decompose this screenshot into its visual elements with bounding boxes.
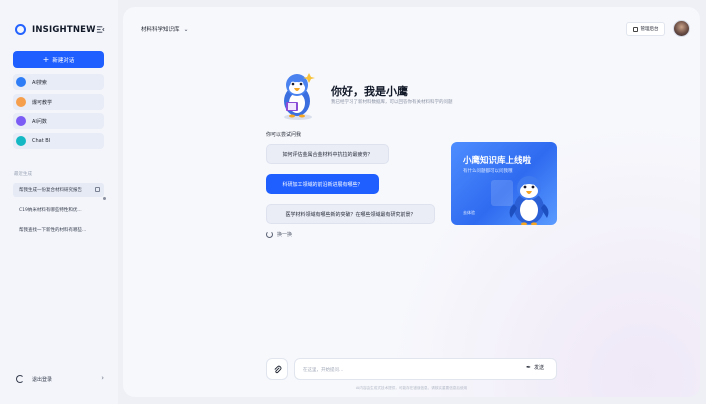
suggested-question-label: 如何评估金属合金材料中抗拉的最疲劳？ <box>282 151 373 158</box>
chat-input-box: ✒ 发送 <box>294 358 557 380</box>
chevron-right-icon: › <box>101 374 104 382</box>
send-icon: ✒ <box>525 364 531 371</box>
logo: INSIGHTNEW <box>15 24 96 35</box>
eagle-mascot-icon <box>509 176 549 225</box>
recent-chat-label: 帮我查找一下新性的材料有哪些... <box>19 228 87 233</box>
sidebar: INSIGHTNEW + 新建对话 AI搜索 爆可教学 AI问数 Chat BI… <box>0 0 118 404</box>
suggested-question[interactable]: 医学材料领域有哪些新的突破？在哪些领域最有研究前景？ <box>266 204 435 224</box>
edit-icon[interactable] <box>95 187 100 192</box>
ai-query-icon <box>16 116 26 126</box>
admin-panel-label: 管理后台 <box>640 27 659 32</box>
sidebar-item-label: AI问数 <box>32 118 47 125</box>
welcome-subtitle: 我已经学习了新材料数据库，可以回答你有关材料科学的问题 <box>331 100 453 105</box>
knowledge-base-label: 材料科学知识库 <box>141 27 180 33</box>
sidebar-item-chat-bi[interactable]: Chat BI <box>13 133 104 149</box>
recent-chat-item[interactable]: 帮我查找一下新性的材料有哪些... <box>13 223 104 237</box>
suggested-question-label: 医学材料领域有哪些新的突破？在哪些领域最有研究前景？ <box>285 211 416 218</box>
knowledge-base-select[interactable]: 材料科学知识库 ⌄ <box>141 25 189 34</box>
recent-chat-label: 帮我生成一份复合材料研究报告 <box>19 188 82 193</box>
admin-icon <box>632 26 638 32</box>
sidebar-item-label: Chat BI <box>32 138 51 144</box>
attach-button[interactable] <box>266 358 288 380</box>
paperclip-icon <box>273 365 281 373</box>
recent-section-title: 最近生成 <box>14 172 32 177</box>
chevron-down-icon: ⌄ <box>183 25 189 33</box>
logout-label: 退出登录 <box>32 376 53 383</box>
promo-cta[interactable]: 去体验 <box>463 210 475 216</box>
suggested-question[interactable]: 科研加工领域的前沿新进展有哪些？ <box>266 174 379 194</box>
new-chat-button[interactable]: + 新建对话 <box>13 51 104 68</box>
logo-text: INSIGHTNEW <box>32 24 96 35</box>
sidebar-item-teaching[interactable]: 爆可教学 <box>13 94 104 110</box>
send-button[interactable]: ✒ 发送 <box>526 364 544 371</box>
promo-banner[interactable]: 小鹰知识库上线啦 有什么问题都可以问我哦 去体验 <box>451 142 557 225</box>
plus-icon: + <box>42 54 50 64</box>
refresh-label: 换一换 <box>277 232 293 238</box>
ai-search-icon <box>16 77 26 87</box>
sidebar-item-label: 爆可教学 <box>32 99 53 106</box>
new-chat-label: 新建对话 <box>52 57 75 64</box>
eagle-mascot-icon <box>284 73 315 120</box>
refresh-suggestions-button[interactable]: 换一换 <box>266 231 292 238</box>
send-label: 发送 <box>533 365 544 371</box>
sidebar-item-ai-search[interactable]: AI搜索 <box>13 74 104 90</box>
suggested-question[interactable]: 如何评估金属合金材料中抗拉的最疲劳？ <box>266 144 389 164</box>
refresh-icon <box>266 231 273 238</box>
recent-chat-item[interactable]: 帮我生成一份复合材料研究报告 <box>13 183 104 197</box>
logout-icon <box>16 375 24 383</box>
recent-chat-label: C19纳米材料有哪些特性和优... <box>19 208 82 213</box>
teaching-icon <box>16 97 26 107</box>
logo-icon <box>15 24 26 35</box>
admin-panel-button[interactable]: 管理后台 <box>626 22 665 36</box>
sidebar-item-label: AI搜索 <box>32 79 47 86</box>
footer-disclaimer: AI内容由生成式技术提供，可能存在错误信息，请核实重要信息后使用 <box>355 386 468 390</box>
chat-input[interactable] <box>303 364 503 376</box>
main-panel: 材料科学知识库 ⌄ 管理后台 你好，我是小鹰 我已经学习了新材料数据库，可以回答… <box>123 7 700 397</box>
logout-button[interactable]: 退出登录 › <box>16 374 104 383</box>
more-options-icon[interactable] <box>103 197 106 200</box>
recent-chat-item[interactable]: C19纳米材料有哪些特性和优... <box>13 203 104 217</box>
promo-title: 小鹰知识库上线啦 <box>463 156 532 166</box>
sidebar-item-ai-query[interactable]: AI问数 <box>13 113 104 129</box>
suggested-question-label: 科研加工领域的前沿新进展有哪些？ <box>282 181 363 188</box>
welcome-title: 你好，我是小鹰 <box>331 85 408 98</box>
collapse-sidebar-icon[interactable] <box>96 25 105 34</box>
avatar[interactable] <box>673 20 690 37</box>
chat-bi-icon <box>16 136 26 146</box>
suggestions-title: 你可以尝试问我 <box>266 132 302 138</box>
